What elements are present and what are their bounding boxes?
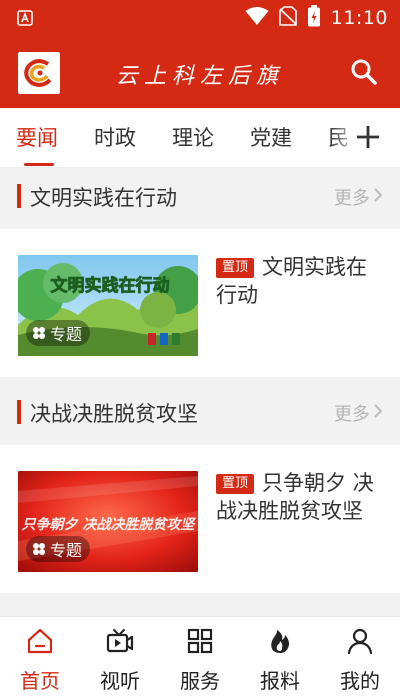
video-icon: [106, 629, 134, 653]
thumbnail-text: 只争朝夕 决战决胜脱贫攻坚: [22, 516, 197, 533]
card-title[interactable]: 置顶 文明实践在行动: [216, 253, 386, 309]
search-button[interactable]: [348, 56, 380, 88]
nav-home[interactable]: 首页: [0, 617, 80, 700]
chevron-right-icon[interactable]: [372, 403, 384, 419]
search-icon: [351, 59, 377, 85]
section-accent-bar: [17, 400, 21, 424]
notification-app-icon: [16, 9, 34, 27]
topic-badge: 专题: [26, 320, 91, 346]
section-header-civilization: 文明实践在行动 更多: [0, 170, 400, 222]
flame-icon: [271, 630, 289, 653]
battery-icon: [307, 5, 321, 31]
pinned-tag: 置顶: [216, 258, 255, 278]
home-icon: [27, 628, 53, 654]
thumbnail-text: 文明实践在行动: [51, 275, 170, 296]
tab-politics[interactable]: 时政: [94, 122, 136, 152]
tab-headlines[interactable]: 要闻: [16, 122, 58, 152]
nav-report[interactable]: 报料: [240, 617, 320, 700]
tab-theory[interactable]: 理论: [172, 122, 214, 152]
card-thumbnail: 文明实践在行动 专题: [18, 255, 198, 356]
section-header-poverty: 决战决胜脱贫攻坚 更多: [0, 386, 400, 438]
status-bar: 11:10: [0, 0, 400, 36]
wifi-icon: [245, 6, 269, 30]
section-title: 文明实践在行动: [30, 186, 177, 210]
news-card-poverty[interactable]: 只争朝夕 决战决胜脱贫攻坚 专题 置顶 只争朝夕 决战决胜脱贫攻坚: [0, 445, 400, 593]
clock-time: 11:10: [330, 7, 388, 29]
more-link[interactable]: 更多: [334, 184, 370, 210]
topic-badge-label: 专题: [50, 541, 83, 560]
app-screen: 11:10 云上科左后旗 要闻 时政 理论 党建 民 文明实践在行动: [0, 0, 400, 700]
nav-label: 我的: [340, 669, 380, 693]
nav-label: 首页: [20, 669, 60, 693]
nav-label: 报料: [260, 669, 300, 693]
card-title[interactable]: 置顶 只争朝夕 决战决胜脱贫攻坚: [216, 469, 386, 525]
active-tab-indicator: [24, 163, 54, 166]
tab-party-building[interactable]: 党建: [250, 122, 292, 152]
nav-video[interactable]: 视听: [80, 617, 160, 700]
more-link[interactable]: 更多: [334, 400, 370, 426]
grid-icon: [187, 628, 213, 654]
chevron-right-icon[interactable]: [372, 187, 384, 203]
nav-services[interactable]: 服务: [160, 617, 240, 700]
nav-label: 视听: [100, 669, 140, 693]
nav-profile[interactable]: 我的: [320, 617, 400, 700]
topic-badge: 专题: [26, 536, 91, 562]
no-sim-icon: [278, 6, 297, 30]
app-header: 云上科左后旗: [0, 36, 400, 108]
topic-icon: [33, 543, 45, 555]
add-channel-button[interactable]: [354, 123, 382, 151]
pinned-tag: 置顶: [216, 474, 255, 494]
nav-label: 服务: [180, 669, 220, 693]
card-thumbnail: 只争朝夕 决战决胜脱贫攻坚 专题: [18, 471, 198, 572]
bottom-navigation: 首页 视听 服务 报料 我的: [0, 616, 400, 700]
topic-icon: [33, 327, 45, 339]
section-title: 决战决胜脱贫攻坚: [30, 402, 198, 426]
news-card-civilization[interactable]: 文明实践在行动 专题 置顶 文明实践在行动: [0, 229, 400, 377]
topic-badge-label: 专题: [50, 325, 83, 344]
channel-tabs: 要闻 时政 理论 党建 民: [0, 108, 400, 168]
plus-icon: [357, 126, 379, 148]
user-icon: [347, 628, 373, 655]
section-accent-bar: [17, 184, 21, 208]
app-title: 云上科左后旗: [115, 64, 284, 89]
